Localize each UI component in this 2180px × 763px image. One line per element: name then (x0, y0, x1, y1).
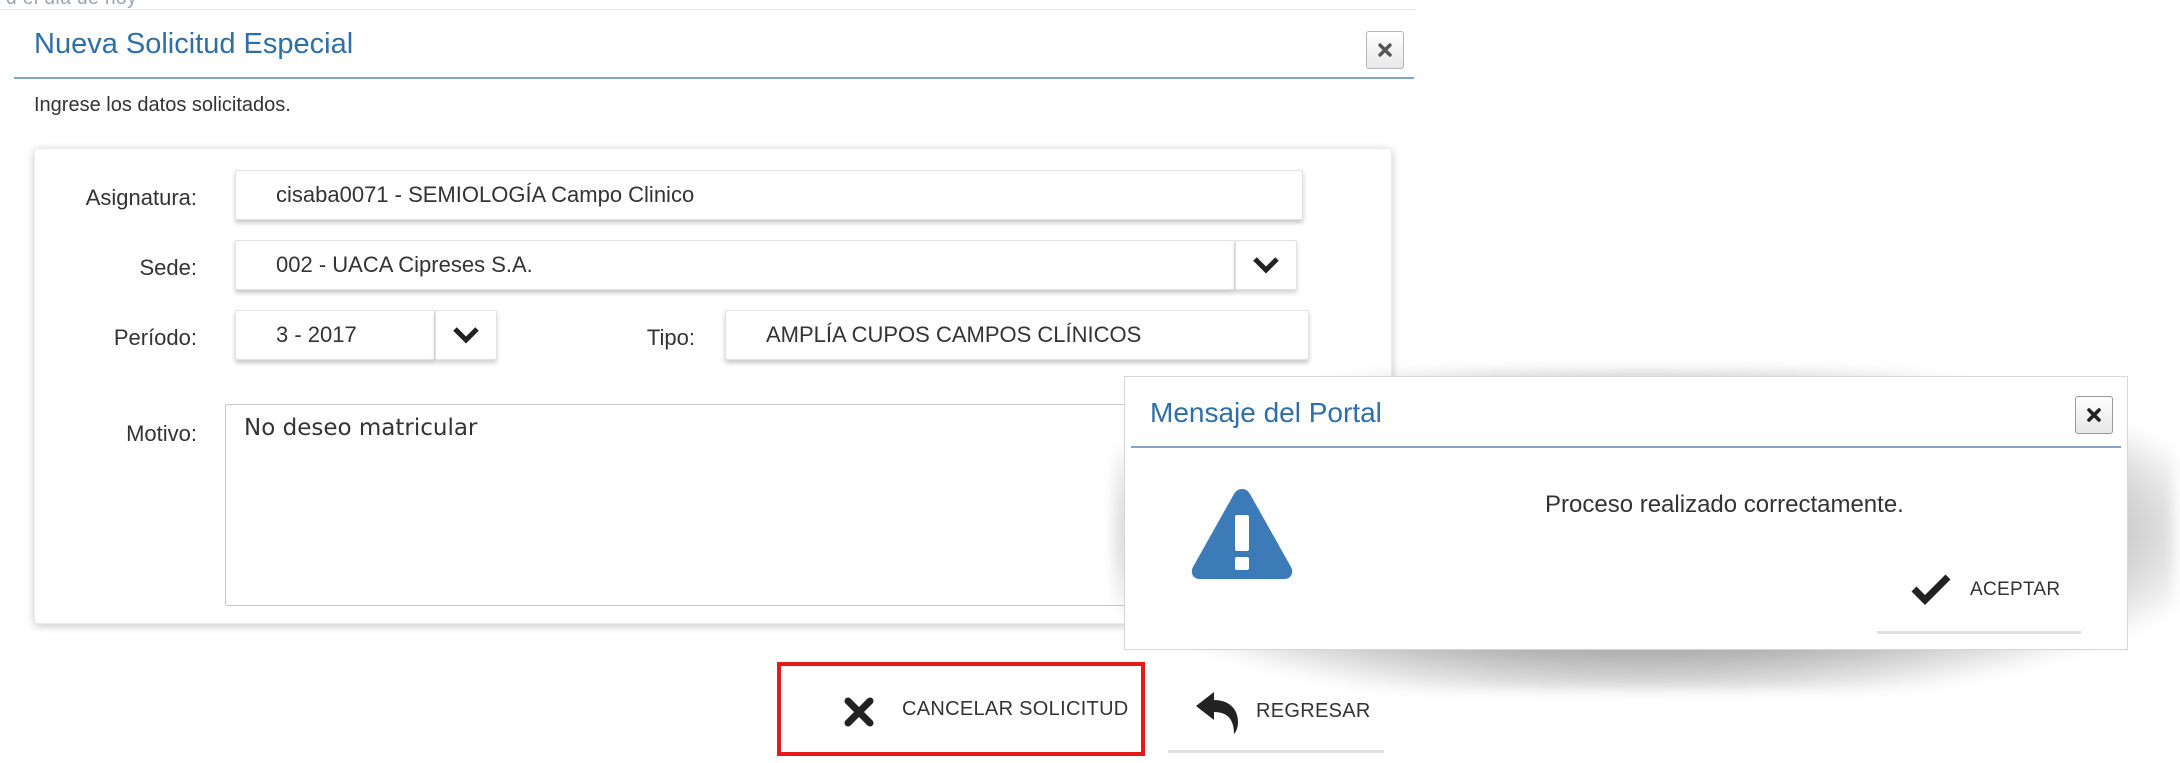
sede-dropdown-button[interactable] (1235, 240, 1297, 290)
warning-icon (1191, 489, 1293, 579)
modal-message: Proceso realizado correctamente. (1545, 491, 1904, 518)
chevron-down-icon (1253, 257, 1279, 274)
close-icon (1378, 43, 1392, 57)
x-icon (844, 697, 874, 727)
button-underline (1168, 750, 1384, 753)
periodo-label: Período: (113, 325, 197, 350)
background-page-strip: d el dia de hoy (0, 0, 1415, 12)
instructions-text: Ingrese los datos solicitados. (34, 94, 291, 116)
close-icon (2087, 408, 2101, 422)
modal-close-button[interactable] (2075, 396, 2113, 434)
dialog-close-button[interactable] (1366, 31, 1404, 69)
periodo-dropdown-button[interactable] (435, 310, 497, 360)
button-underline (1877, 631, 2081, 634)
title-divider (14, 77, 1414, 79)
portal-message-modal: Mensaje del Portal Proceso realizado cor… (1124, 376, 2128, 650)
modal-title: Mensaje del Portal (1150, 397, 1382, 428)
tipo-label: Tipo: (646, 325, 695, 350)
cancel-request-label: CANCELAR SOLICITUD (902, 698, 1129, 720)
sede-select[interactable]: 002 - UACA Cipreses S.A. (235, 240, 1235, 290)
dialog-title: Nueva Solicitud Especial (34, 28, 354, 60)
chevron-down-icon (453, 327, 479, 344)
back-label: REGRESAR (1256, 700, 1371, 722)
accept-label: ACEPTAR (1970, 579, 2061, 600)
periodo-select[interactable]: 3 - 2017 (235, 310, 435, 360)
tipo-field[interactable]: AMPLÍA CUPOS CAMPOS CLÍNICOS (725, 310, 1309, 360)
cancel-request-button[interactable]: CANCELAR SOLICITUD (777, 662, 1145, 756)
modal-title-divider (1131, 446, 2121, 448)
asignatura-field[interactable]: cisaba0071 - SEMIOLOGÍA Campo Clinico (235, 170, 1303, 220)
checkmark-icon (1911, 574, 1951, 605)
accept-button[interactable]: ACEPTAR (1877, 563, 2081, 634)
back-button[interactable]: REGRESAR (1168, 682, 1384, 754)
divider (0, 9, 1415, 10)
sede-label: Sede: (139, 255, 198, 280)
motivo-label: Motivo: (126, 421, 197, 446)
undo-arrow-icon (1196, 692, 1238, 734)
asignatura-label: Asignatura: (85, 185, 197, 210)
